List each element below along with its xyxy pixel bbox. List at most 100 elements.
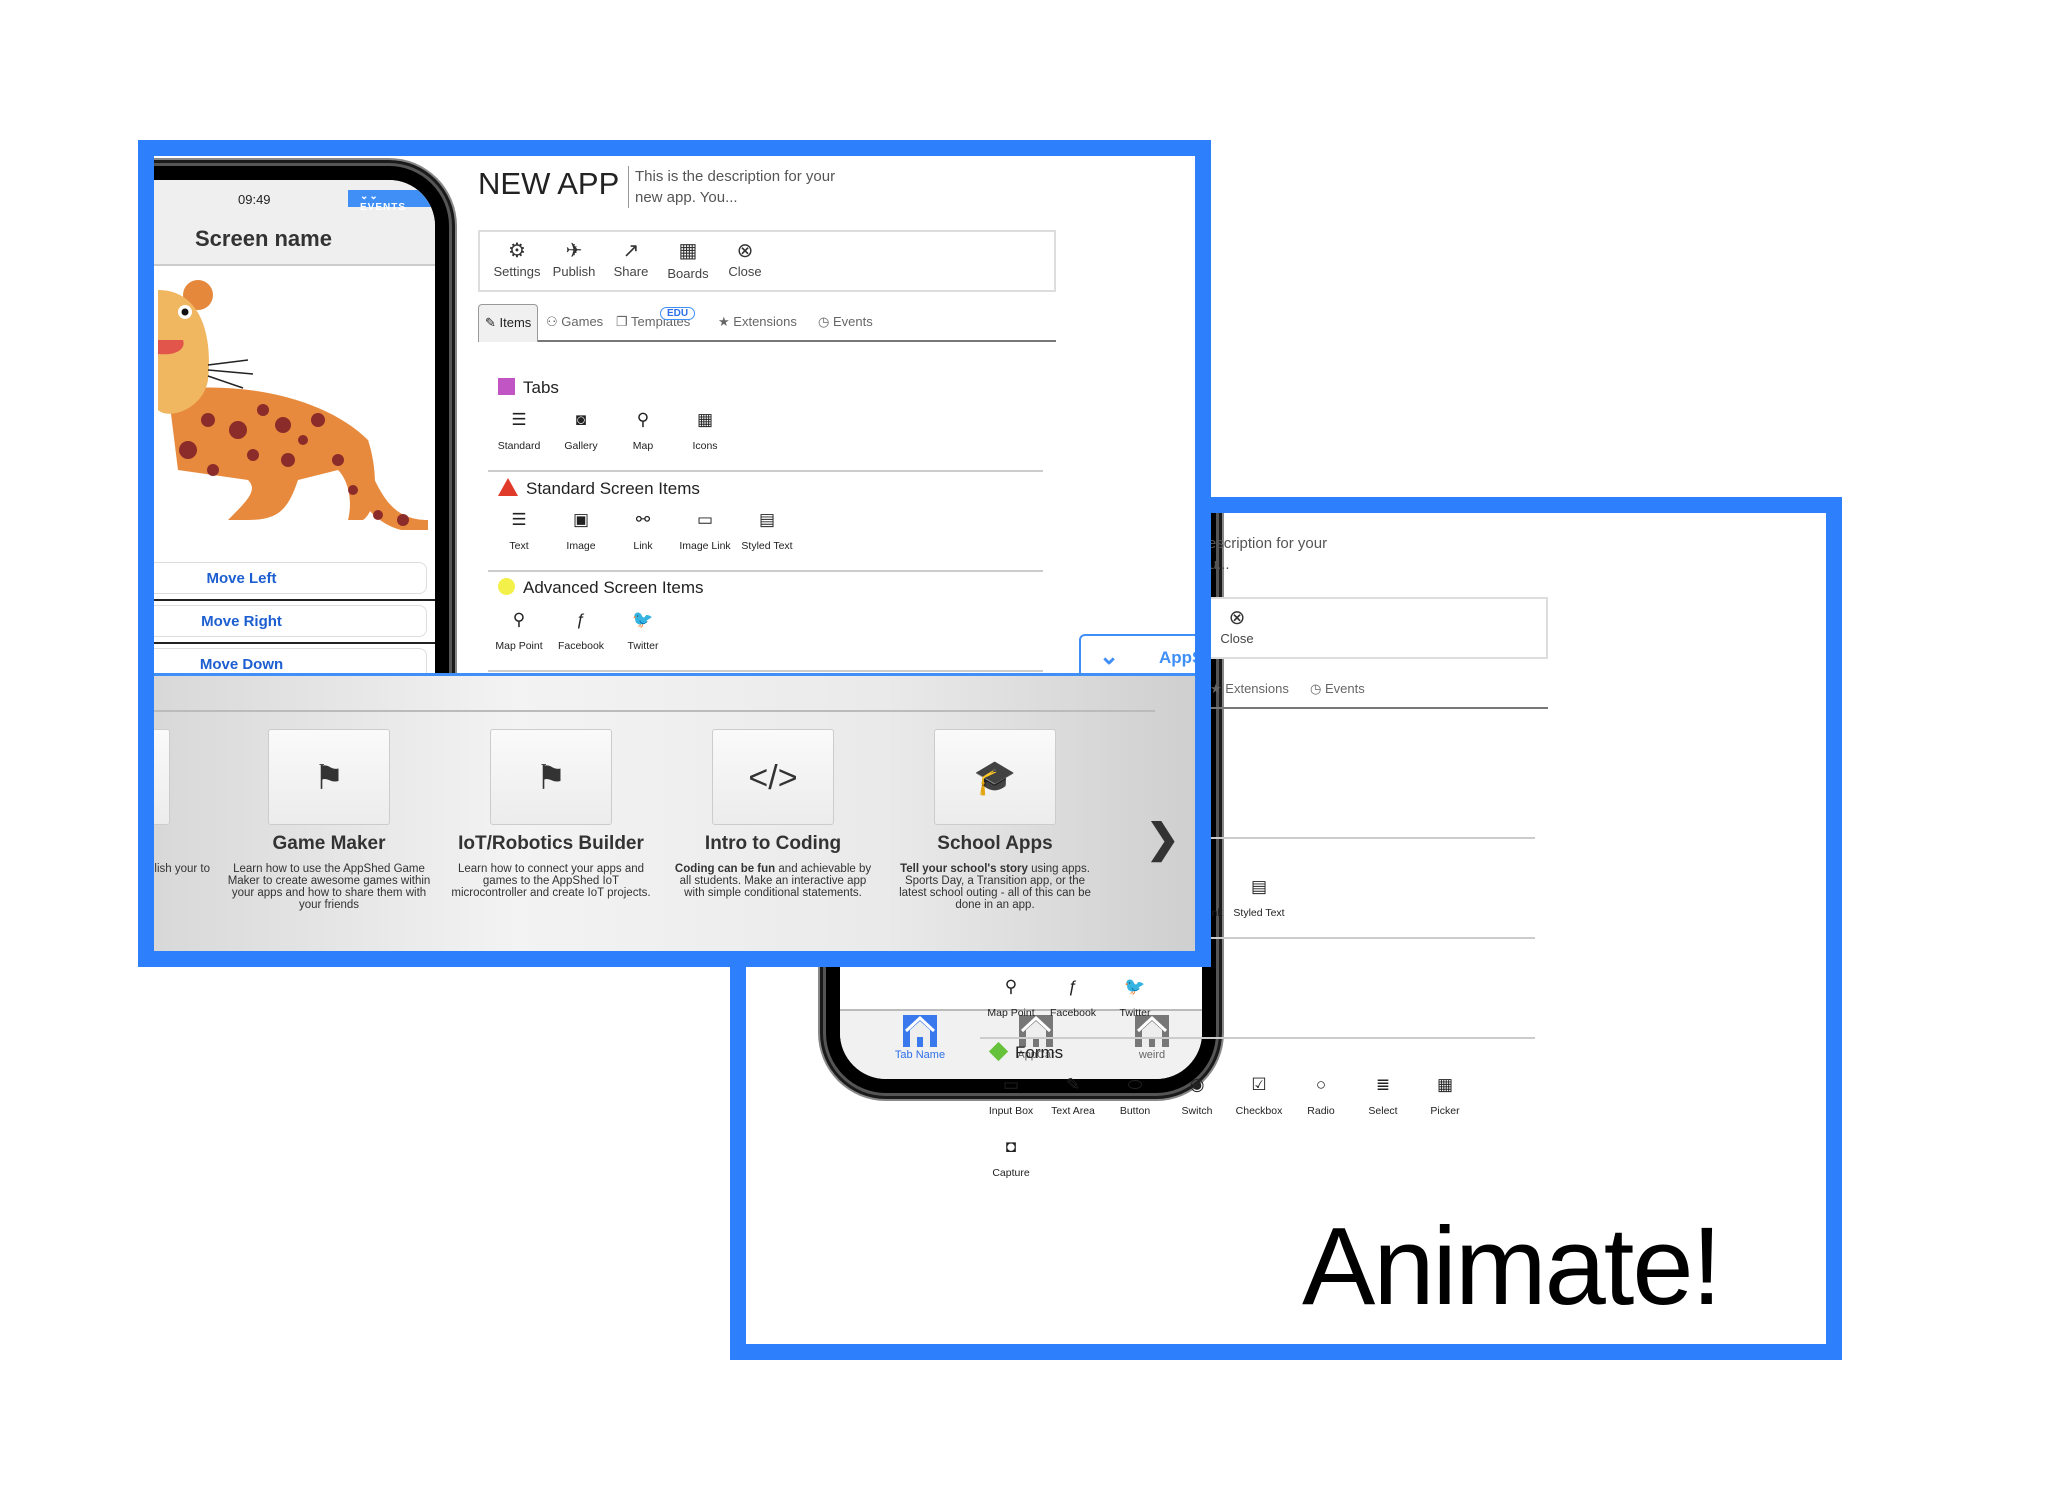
item-checkbox[interactable]: ☑ Checkbox xyxy=(1228,1071,1290,1117)
item-capture[interactable]: ◘ Capture xyxy=(980,1133,1042,1179)
link-icon: ⚯ xyxy=(635,510,651,529)
item-link[interactable]: ⚯ Link xyxy=(612,506,674,552)
clock-icon: ◷ xyxy=(1310,681,1325,696)
item-label: Checkbox xyxy=(1235,1105,1283,1117)
tabbar-item-tab-name[interactable]: Tab Name xyxy=(870,1015,970,1061)
item-label: Twitter xyxy=(1119,1007,1151,1019)
toolbar-label: Publish xyxy=(552,264,596,279)
flag-icon-tile[interactable]: ⚑ xyxy=(490,729,612,825)
status-bar: 09:49 ⌄⌄ EVENTS xyxy=(154,180,435,216)
section-forms: Forms ▭ Input Box ✎ Text Area ⬭ Button ◉ Switch ☑… xyxy=(980,1041,1535,1179)
section-title-text: Tabs xyxy=(523,378,559,397)
item-button[interactable]: ⬭ Button xyxy=(1104,1071,1166,1117)
section-title: Forms xyxy=(988,1041,1063,1063)
template-description: Learn how to use the AppShed Game Maker … xyxy=(224,863,434,911)
item-label: Styled Text xyxy=(1233,907,1285,919)
divider xyxy=(488,570,1043,572)
screen-navbar: Screen name xyxy=(154,216,435,266)
section-standard-screen-items: Standard Screen Items ☰ Text ▣ Image ⚯ Link ▭ Im… xyxy=(488,478,1043,578)
section-advanced-screen-items: Advanced Screen Items ⚲ Map Point ƒ Facebook… xyxy=(488,578,1043,678)
app-button-move-left[interactable]: Move Left xyxy=(154,562,427,594)
template-description: Tell your school's story using apps. Spo… xyxy=(890,863,1100,911)
item-styled-text[interactable]: ▤ Styled Text xyxy=(736,506,798,552)
item-twitter[interactable]: 🐦 Twitter xyxy=(1104,973,1166,1019)
code-icon: </> xyxy=(748,759,798,797)
gamepad-icon: ⚇ xyxy=(546,314,562,329)
checkbox-icon: ☑ xyxy=(1251,1075,1267,1094)
item-label: Select xyxy=(1368,1105,1398,1117)
template-title: IoT/Robotics Builder xyxy=(458,833,644,854)
template-card[interactable]: der ps, build all inks/actions, publish y… xyxy=(154,729,214,887)
item-image-link[interactable]: ▭ Image Link xyxy=(674,506,736,552)
item-radio[interactable]: ○ Radio xyxy=(1290,1071,1352,1117)
section-title: Advanced Screen Items xyxy=(498,578,703,598)
template-card[interactable]: ⚑ Game Maker Learn how to use the AppShed … xyxy=(224,729,434,911)
item-styled-text[interactable]: ▤ Styled Text xyxy=(1228,873,1290,919)
item-map[interactable]: ⚲ Map xyxy=(612,406,674,452)
edu-badge: EDU xyxy=(660,307,696,320)
item-picker[interactable]: ▦ Picker xyxy=(1414,1071,1476,1117)
toolbar-close-button[interactable]: ⊗ Close xyxy=(1202,605,1272,646)
chevron-right-icon[interactable]: ❯ xyxy=(1146,816,1180,862)
tab-events[interactable]: ◷ Events xyxy=(1310,681,1365,697)
item-switch[interactable]: ◉ Switch xyxy=(1166,1071,1228,1117)
tab-extensions[interactable]: ★ Extensions xyxy=(1210,681,1289,697)
diamond-marker-icon xyxy=(988,1041,1009,1062)
item-standard[interactable]: ☰ Standard xyxy=(488,406,550,452)
app-description[interactable]: This is the description for your new app… xyxy=(628,166,858,208)
toolbar-close-button[interactable]: ⊗ Close xyxy=(710,238,780,279)
template-description: ps, build all inks/actions, publish your… xyxy=(154,863,214,887)
flag-icon-tile[interactable]: ⚑ xyxy=(268,729,390,825)
divider xyxy=(488,470,1043,472)
item-label: Picker xyxy=(1430,1105,1460,1117)
item-label: Facebook xyxy=(557,640,605,652)
item-label: Button xyxy=(1119,1105,1151,1117)
code-icon-tile[interactable]: </> xyxy=(712,729,834,825)
tab-items[interactable]: ✎ Items xyxy=(478,304,539,342)
item-label: Twitter xyxy=(627,640,659,652)
item-text-area[interactable]: ✎ Text Area xyxy=(1042,1071,1104,1117)
twitter-icon: 🐦 xyxy=(632,610,654,629)
tab-label: Events xyxy=(1324,681,1365,696)
section-title: Standard Screen Items xyxy=(498,478,700,499)
item-text[interactable]: ☰ Text xyxy=(488,506,550,552)
template-title: Intro to Coding xyxy=(704,833,842,854)
tab-label: Extensions xyxy=(1225,681,1289,696)
graduation-cap-icon-tile[interactable]: 🎓 xyxy=(934,729,1056,825)
tab-extensions[interactable]: ★ Extensions xyxy=(718,314,797,330)
app-button-move-right[interactable]: Move Right xyxy=(154,605,427,637)
template-card[interactable]: </> Intro to Coding Coding can be fun and … xyxy=(668,729,878,899)
template-description-text: Learn how to use the AppShed Game Maker … xyxy=(227,863,431,911)
template-tile[interactable] xyxy=(154,729,170,825)
map-marker-icon: ⚲ xyxy=(512,610,526,629)
item-gallery[interactable]: ◙ Gallery xyxy=(550,406,612,452)
item-facebook[interactable]: ƒ Facebook xyxy=(550,606,612,652)
toolbar-label: Close xyxy=(1220,631,1254,646)
screen-title: Screen name xyxy=(195,226,332,251)
item-twitter[interactable]: 🐦 Twitter xyxy=(612,606,674,652)
events-button[interactable]: ⌄⌄ EVENTS xyxy=(348,190,435,213)
tab-templates[interactable]: ❐ TemplatesEDU xyxy=(616,307,696,330)
item-select[interactable]: ≣ Select xyxy=(1352,1071,1414,1117)
grid-icon: ▦ xyxy=(696,410,714,429)
template-title: School Apps xyxy=(937,833,1053,854)
item-icons[interactable]: ▦ Icons xyxy=(674,406,736,452)
item-label: Standard xyxy=(497,440,541,452)
styled-text-icon: ▤ xyxy=(1250,877,1268,896)
item-label: Capture xyxy=(992,1167,1030,1179)
app-name[interactable]: NEW APP xyxy=(478,166,619,202)
item-map-point[interactable]: ⚲ Map Point xyxy=(980,973,1042,1019)
item-label: Map xyxy=(632,440,654,452)
tab-label: Items xyxy=(499,315,532,330)
item-input-box[interactable]: ▭ Input Box xyxy=(980,1071,1042,1117)
item-image[interactable]: ▣ Image xyxy=(550,506,612,552)
template-card[interactable]: 🎓 School Apps Tell your school's story usi… xyxy=(890,729,1100,911)
template-card[interactable]: ⚑ IoT/Robotics Builder Learn how to connec… xyxy=(446,729,656,899)
tab-games[interactable]: ⚇ Games xyxy=(546,314,603,330)
tab-label: Games xyxy=(561,314,604,329)
tab-events[interactable]: ◷ Events xyxy=(818,314,873,330)
divider xyxy=(154,710,1155,712)
item-label: Icons xyxy=(692,440,718,452)
item-facebook[interactable]: ƒ Facebook xyxy=(1042,973,1104,1019)
item-map-point[interactable]: ⚲ Map Point xyxy=(488,606,550,652)
